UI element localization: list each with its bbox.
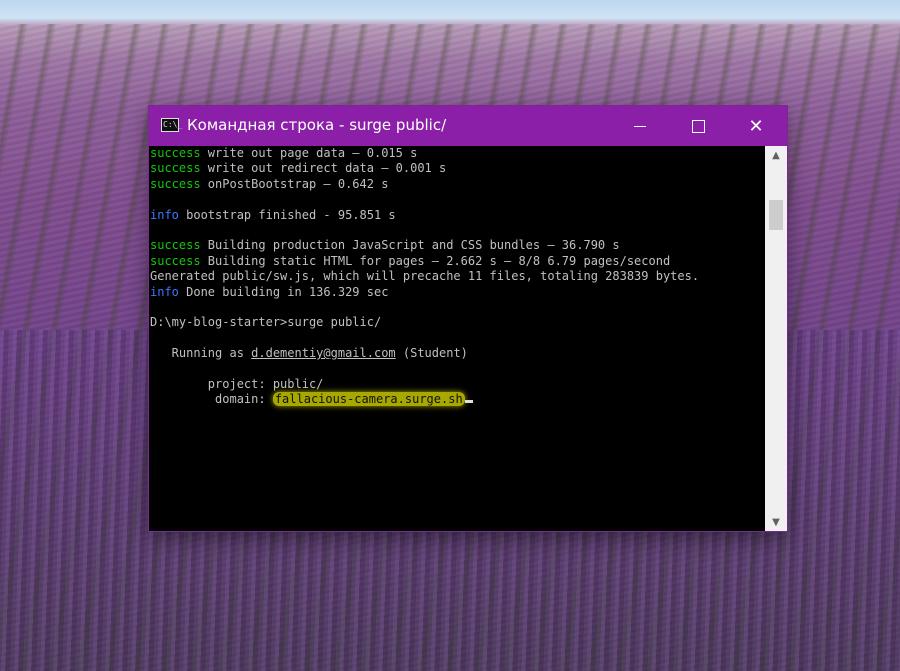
console-line-text: onPostBootstrap — 0.642 s (200, 176, 389, 191)
console-line-text: Done building in 136.329 sec (178, 284, 389, 299)
success-tag: success (150, 176, 201, 191)
console-line-text: D:\my-blog-starter>surge public/ (150, 315, 382, 330)
log-lines: success write out page data — 0.015 s suc… (150, 146, 766, 346)
maximize-button[interactable] (669, 106, 727, 146)
console-line: D:\my-blog-starter>surge public/ (150, 315, 766, 330)
console-line: info Done building in 136.329 sec (150, 285, 766, 300)
success-tag: success (150, 161, 201, 176)
success-tag: success (150, 146, 201, 160)
minimize-icon (634, 125, 646, 127)
console-line-text: Generated public/sw.js, which will preca… (150, 269, 700, 284)
scroll-down-icon[interactable]: ▼ (765, 513, 787, 531)
minimize-button[interactable] (611, 106, 669, 146)
close-button[interactable]: ✕ (727, 106, 785, 146)
project-line: project: public/ (150, 377, 766, 392)
console-line: success write out page data — 0.015 s (150, 146, 766, 161)
console-line-text: bootstrap finished - 95.851 s (178, 207, 396, 222)
console-line-text: write out page data — 0.015 s (200, 146, 418, 160)
console-line: success write out redirect data — 0.001 … (150, 161, 766, 176)
info-tag: info (150, 207, 179, 222)
console-line-text: write out redirect data — 0.001 s (200, 161, 447, 176)
scroll-thumb[interactable] (769, 200, 783, 230)
running-as-line: Running as d.dementiy@gmail.com (Student… (150, 346, 468, 361)
window-title: Командная строка - surge public/ (187, 116, 447, 134)
console-line: success onPostBootstrap — 0.642 s (150, 177, 766, 192)
console-line: success Building production JavaScript a… (150, 238, 766, 253)
console-line: Generated public/sw.js, which will preca… (150, 269, 766, 284)
cmd-app-icon: C:\_ (161, 118, 182, 132)
title-bar[interactable]: C:\_ Командная строка - surge public/ ✕ (149, 106, 787, 146)
info-tag: info (150, 284, 179, 299)
domain-line: domain: fallacious-camera.surge.sh (150, 392, 766, 407)
close-icon: ✕ (748, 115, 764, 137)
account-email: d.dementiy@gmail.com (251, 346, 396, 361)
cmd-window[interactable]: C:\_ Командная строка - surge public/ ✕ … (149, 106, 787, 531)
console-line-text: Building static HTML for pages — 2.662 s… (200, 253, 671, 268)
domain-value: fallacious-camera.surge.sh (272, 392, 465, 407)
console-output[interactable]: success write out page data — 0.015 s suc… (149, 146, 766, 531)
project-label: project: (150, 376, 273, 391)
domain-label: domain: (150, 392, 273, 407)
console-line: info bootstrap finished - 95.851 s (150, 208, 766, 223)
scroll-up-icon[interactable]: ▲ (765, 146, 787, 164)
success-tag: success (150, 238, 201, 253)
console-line-text: Building production JavaScript and CSS b… (200, 238, 620, 253)
success-tag: success (150, 253, 201, 268)
maximize-icon (691, 119, 705, 133)
project-value: public/ (272, 376, 324, 391)
vertical-scrollbar[interactable]: ▲ ▼ (765, 146, 787, 531)
text-cursor (464, 400, 473, 404)
console-line: success Building static HTML for pages —… (150, 254, 766, 269)
